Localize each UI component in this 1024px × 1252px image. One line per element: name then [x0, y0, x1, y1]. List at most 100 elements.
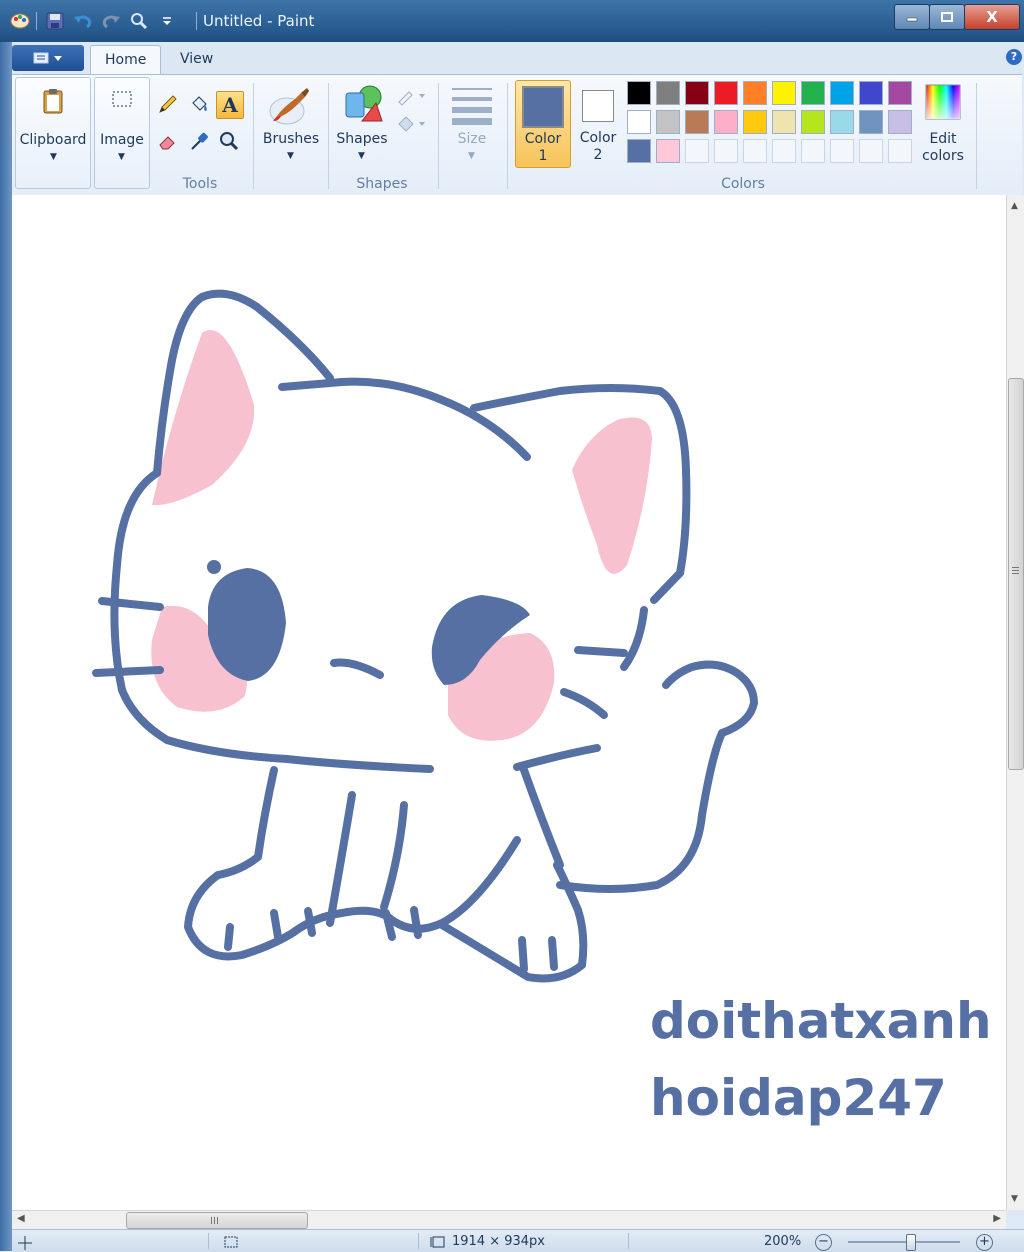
- zoom-out-button[interactable]: −: [815, 1234, 832, 1251]
- palette-swatch[interactable]: [830, 139, 854, 163]
- brushes-label: Brushes: [262, 131, 320, 147]
- magnifier-tool[interactable]: [216, 128, 242, 154]
- size-label: Size: [457, 131, 487, 147]
- palette-swatch[interactable]: [627, 139, 651, 163]
- cat-outline-stroke: [518, 936, 528, 973]
- shape-fill-icon: [398, 116, 425, 132]
- palette-swatch[interactable]: [685, 81, 709, 105]
- cat-outline-stroke: [553, 861, 588, 969]
- palette-swatch[interactable]: [888, 110, 912, 134]
- zoom-slider[interactable]: [848, 1234, 960, 1251]
- scroll-right-icon[interactable]: ▶: [993, 1213, 1001, 1224]
- palette-swatch[interactable]: [656, 81, 680, 105]
- palette-swatch[interactable]: [627, 81, 651, 105]
- scroll-left-icon[interactable]: ◀: [17, 1213, 25, 1224]
- minus-icon: −: [818, 1234, 829, 1249]
- outline-button[interactable]: [394, 83, 428, 109]
- horizontal-scroll-thumb[interactable]: [126, 1212, 308, 1229]
- palette-swatch[interactable]: [859, 139, 883, 163]
- maximize-button[interactable]: [929, 4, 965, 30]
- palette-swatch[interactable]: [859, 110, 883, 134]
- palette-swatch[interactable]: [743, 139, 767, 163]
- palette-swatch[interactable]: [888, 139, 912, 163]
- print-preview-icon[interactable]: [127, 9, 151, 33]
- palette-swatch[interactable]: [772, 139, 796, 163]
- shapes-button[interactable]: Shapes ▼: [330, 77, 394, 169]
- tab-view[interactable]: View: [166, 45, 227, 74]
- zoom-in-button[interactable]: +: [976, 1234, 993, 1251]
- palette-swatch[interactable]: [714, 81, 738, 105]
- vertical-scrollbar[interactable]: ▲ ▼: [1006, 195, 1024, 1210]
- color1-button[interactable]: Color 1: [515, 80, 571, 168]
- palette-swatch[interactable]: [772, 110, 796, 134]
- edit-colors-label: Edit colors: [922, 131, 964, 164]
- horizontal-scrollbar[interactable]: ◀ ▶: [12, 1210, 1006, 1229]
- status-separator: [208, 1233, 209, 1249]
- palette-swatch[interactable]: [801, 139, 825, 163]
- fill-icon: [192, 96, 207, 111]
- palette-swatch[interactable]: [801, 110, 825, 134]
- cat-outline-stroke: [92, 666, 164, 677]
- fill-shape-button[interactable]: [394, 111, 428, 137]
- close-button[interactable]: X: [964, 4, 1020, 30]
- cat-outline-stroke: [556, 729, 726, 893]
- palette-swatch[interactable]: [743, 110, 767, 134]
- brushes-button[interactable]: Brushes ▼: [257, 77, 325, 169]
- redo-icon[interactable]: [99, 9, 123, 33]
- color-picker-tool[interactable]: [186, 128, 212, 154]
- zoom-level: 200%: [764, 1234, 802, 1249]
- grip-icon: [1012, 567, 1019, 568]
- size-button[interactable]: Size ▼: [442, 77, 502, 169]
- cat-outline-stroke: [513, 744, 601, 771]
- palette-swatch[interactable]: [743, 81, 767, 105]
- cat-outline-stroke: [278, 377, 531, 461]
- save-icon[interactable]: [43, 9, 67, 33]
- palette-swatch[interactable]: [656, 110, 680, 134]
- palette-swatch[interactable]: [685, 139, 709, 163]
- palette-swatch[interactable]: [859, 81, 883, 105]
- brush-icon: [269, 88, 309, 125]
- help-icon[interactable]: ?: [1006, 49, 1022, 65]
- cat-outline-stroke: [326, 791, 356, 927]
- cat-eye-highlight: [207, 560, 221, 574]
- edit-colors-button[interactable]: Edit colors: [918, 77, 968, 169]
- pencil-tool[interactable]: [155, 91, 181, 117]
- palette-swatch[interactable]: [830, 110, 854, 134]
- color2-button[interactable]: Color 2: [572, 80, 624, 166]
- palette-swatch[interactable]: [685, 110, 709, 134]
- palette-swatch[interactable]: [656, 139, 680, 163]
- palette-swatch[interactable]: [714, 110, 738, 134]
- clipboard-button[interactable]: Clipboard ▼: [15, 77, 91, 189]
- colors-group-label: Colors: [721, 176, 765, 192]
- palette-swatch[interactable]: [888, 81, 912, 105]
- palette-swatch[interactable]: [830, 81, 854, 105]
- text-tool[interactable]: A: [216, 91, 244, 119]
- shapes-icon: [345, 85, 383, 122]
- cat-outline-stroke: [520, 766, 564, 869]
- paint-app-icon[interactable]: [8, 9, 32, 33]
- image-button[interactable]: Image ▼: [94, 77, 150, 189]
- minimize-button[interactable]: [894, 4, 930, 30]
- customize-toolbar-icon[interactable]: [155, 9, 179, 33]
- tab-home[interactable]: Home: [90, 45, 162, 75]
- scroll-up-icon[interactable]: ▲: [1011, 201, 1018, 211]
- shapes-label: Shapes: [336, 131, 388, 147]
- paint-menu-button[interactable]: [12, 45, 84, 71]
- scroll-down-icon[interactable]: ▼: [1011, 1194, 1018, 1204]
- title-bar: Untitled - Paint X: [0, 0, 1024, 42]
- magnifier-icon: [220, 132, 239, 151]
- fill-tool[interactable]: [186, 91, 212, 117]
- zoom-slider-thumb[interactable]: [905, 1234, 916, 1251]
- eraser-tool[interactable]: [155, 128, 181, 154]
- vertical-scroll-thumb[interactable]: [1008, 378, 1024, 770]
- undo-icon[interactable]: [71, 9, 95, 33]
- palette-swatch[interactable]: [772, 81, 796, 105]
- quick-access-toolbar: [8, 8, 183, 34]
- palette-swatch[interactable]: [627, 110, 651, 134]
- palette-swatch[interactable]: [714, 139, 738, 163]
- cat-outline-stroke: [330, 658, 384, 679]
- shapes-group-label: Shapes: [356, 176, 408, 192]
- drawing-canvas[interactable]: doithatxanh hoidap247: [12, 195, 1006, 1210]
- ribbon-separator: [976, 83, 977, 189]
- palette-swatch[interactable]: [801, 81, 825, 105]
